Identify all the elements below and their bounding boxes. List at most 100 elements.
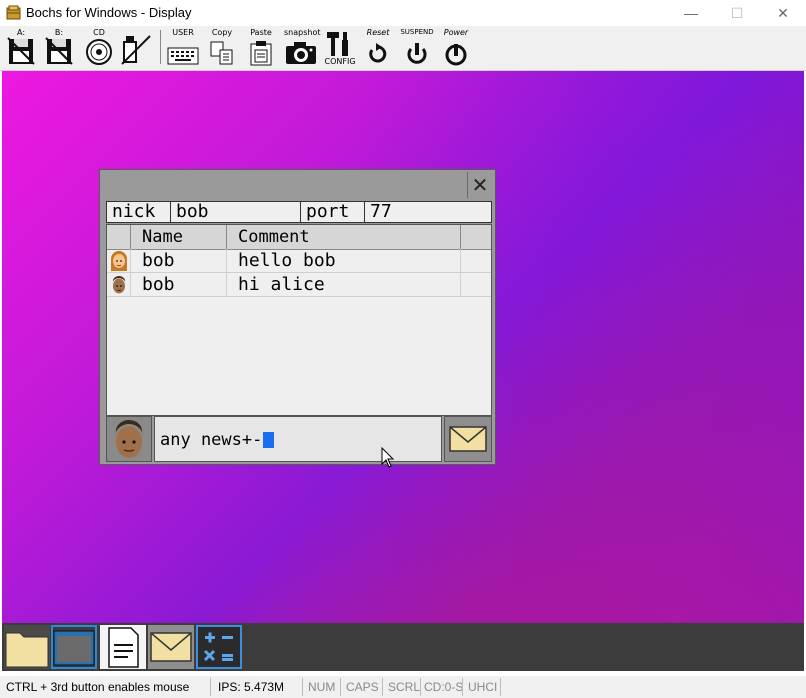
close-window-button[interactable]: ✕ — [760, 0, 806, 26]
message-comment: hello bob — [227, 249, 461, 272]
message-comment: hi alice — [227, 273, 461, 296]
suspend-label: SUSPEND — [400, 28, 434, 36]
message-input[interactable]: any news+- — [154, 416, 442, 462]
male-avatar-icon — [115, 420, 143, 458]
copy-button[interactable]: Copy — [208, 28, 236, 66]
scroll-lock-indicator: SCRL — [388, 680, 421, 694]
config-button[interactable]: CONFIG — [324, 28, 356, 66]
bochs-app-icon — [6, 5, 21, 20]
compose-bar: any news+- — [106, 416, 492, 462]
paste-label: Paste — [250, 28, 272, 37]
status-separator — [302, 678, 303, 696]
paste-button[interactable]: Paste — [246, 28, 276, 66]
floppy-icon — [7, 37, 35, 65]
message-row[interactable]: bob hello bob — [107, 249, 491, 273]
window-icon — [53, 630, 95, 666]
message-list[interactable]: Name Comment bob hello bob bob hi alice — [106, 224, 492, 416]
snapshot-button[interactable]: snapshot — [284, 28, 321, 66]
toolbar-separator — [160, 30, 161, 64]
message-row[interactable]: bob hi alice — [107, 273, 491, 297]
message-list-header: Name Comment — [107, 225, 491, 250]
status-separator — [210, 678, 211, 696]
connection-info-row: nick bob port 77 — [106, 201, 492, 223]
avatar-column-header — [107, 225, 131, 249]
status-separator — [500, 678, 501, 696]
taskbar-window-button[interactable] — [51, 625, 97, 669]
power-button[interactable]: Power — [440, 28, 472, 66]
copy-label: Copy — [211, 28, 233, 37]
close-icon: ✕ — [471, 174, 489, 197]
document-icon — [108, 627, 139, 668]
nick-field[interactable]: bob — [171, 202, 301, 222]
floppy-a-button[interactable]: A: — [6, 28, 36, 66]
camera-icon — [286, 42, 316, 64]
caps-lock-indicator: CAPS — [346, 680, 379, 694]
reset-button[interactable]: Reset — [362, 28, 394, 66]
maximize-icon: ☐ — [730, 4, 744, 21]
window-titlebar[interactable]: Bochs for Windows - Display — ☐ ✕ — [0, 0, 806, 26]
envelope-icon — [449, 426, 487, 452]
keyboard-icon — [167, 47, 199, 65]
chat-close-button[interactable]: ✕ — [467, 172, 492, 198]
minimize-icon: — — [684, 5, 698, 21]
config-tools-icon: CONFIG — [324, 32, 356, 66]
user-label: USER — [172, 28, 194, 37]
comment-column-header[interactable]: Comment — [227, 225, 461, 249]
cdrom-icon — [86, 39, 112, 65]
own-avatar — [106, 416, 152, 462]
close-icon: ✕ — [777, 4, 789, 21]
send-button[interactable] — [444, 416, 492, 462]
num-lock-indicator: NUM — [308, 680, 336, 694]
suspend-icon — [407, 43, 427, 64]
usb-button[interactable] — [120, 28, 154, 66]
status-bar: CTRL + 3rd button enables mouse IPS: 5.4… — [0, 676, 806, 698]
paste-icon — [250, 41, 272, 66]
message-name: bob — [131, 273, 227, 296]
chat-window[interactable]: ✕ nick bob port 77 Name Comment bob hell… — [99, 169, 496, 465]
user-button[interactable]: USER — [166, 28, 200, 66]
status-separator — [382, 678, 383, 696]
suspend-button[interactable]: SUSPEND — [400, 28, 434, 66]
power-icon — [445, 44, 467, 66]
name-column-header[interactable]: Name — [131, 225, 227, 249]
envelope-icon — [150, 632, 192, 662]
reset-icon — [369, 43, 387, 63]
floppy-b-button[interactable]: B: — [44, 28, 74, 66]
taskbar-document-button[interactable] — [100, 625, 146, 669]
maximize-button[interactable]: ☐ — [714, 0, 760, 26]
taskbar-mail-button[interactable] — [148, 625, 194, 669]
calculator-icon — [203, 632, 233, 662]
avatar-cell — [107, 273, 131, 296]
port-label: port — [301, 202, 365, 222]
taskbar-folder-button[interactable] — [4, 625, 50, 669]
taskbar-calculator-button[interactable] — [196, 625, 242, 669]
male-avatar-icon — [112, 276, 126, 294]
ips-readout: IPS: 5.473M — [218, 680, 285, 694]
power-label: Power — [443, 28, 469, 37]
minimize-button[interactable]: — — [668, 0, 714, 26]
message-name: bob — [131, 249, 227, 272]
guest-taskbar — [2, 623, 804, 671]
cd-status-indicator: CD:0-S — [424, 680, 464, 694]
mouse-hint: CTRL + 3rd button enables mouse — [6, 680, 190, 694]
copy-icon — [210, 41, 233, 65]
extra-column-header — [461, 225, 491, 249]
window-title: Bochs for Windows - Display — [26, 5, 192, 20]
config-label: CONFIG — [324, 57, 355, 66]
cdrom-button[interactable]: CD — [84, 28, 114, 66]
floppy-icon — [45, 37, 73, 65]
port-field[interactable]: 77 — [365, 202, 491, 222]
folder-icon — [5, 632, 49, 668]
status-separator — [462, 678, 463, 696]
usb-status-indicator: UHCI — [468, 680, 498, 694]
reset-label: Reset — [366, 28, 390, 37]
usb-stick-icon — [121, 35, 151, 65]
mouse-pointer-icon — [381, 447, 395, 468]
status-separator — [340, 678, 341, 696]
nick-label: nick — [107, 202, 171, 222]
status-separator — [420, 678, 421, 696]
bochs-toolbar: A: B: CD USER Copy Paste snapshot CONFIG… — [0, 26, 806, 71]
female-avatar-icon — [111, 251, 127, 271]
snapshot-label: snapshot — [284, 28, 321, 37]
text-cursor — [263, 432, 275, 448]
